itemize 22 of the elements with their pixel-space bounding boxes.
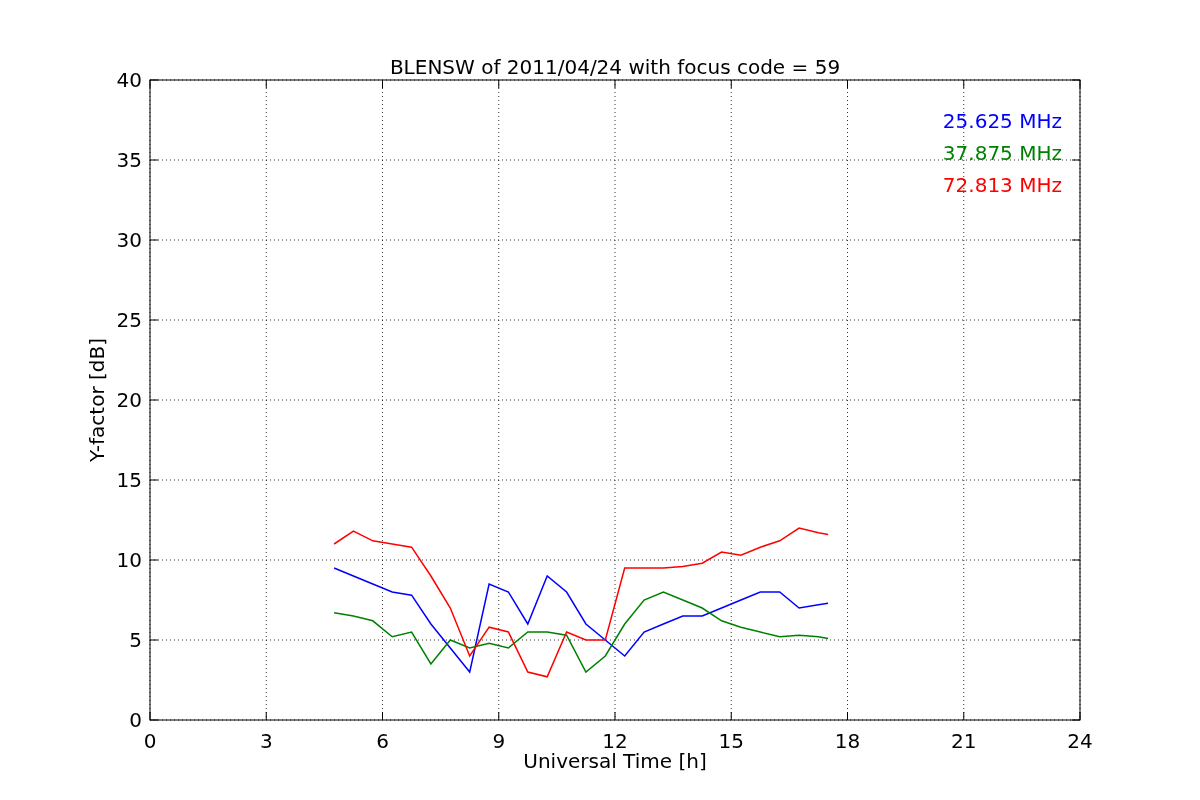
legend-label: 25.625 MHz (942, 109, 1062, 133)
y-tick-label: 20 (116, 388, 142, 412)
y-tick-label: 0 (129, 708, 142, 732)
x-tick-label: 24 (1067, 729, 1093, 753)
legend-label: 72.813 MHz (942, 173, 1062, 197)
x-tick-label: 3 (259, 729, 273, 753)
y-tick-label: 10 (116, 548, 142, 572)
y-axis-label: Y-factor [dB] (85, 338, 109, 462)
x-tick-label: 9 (492, 729, 506, 753)
y-tick-label: 25 (116, 308, 142, 332)
y-tick-label: 35 (116, 148, 142, 172)
chart-title: BLENSW of 2011/04/24 with focus code = 59 (389, 55, 841, 79)
legend-label: 37.875 MHz (942, 141, 1062, 165)
y-tick-label: 15 (116, 468, 142, 492)
y-tick-label: 30 (116, 228, 142, 252)
x-tick-label: 0 (143, 729, 157, 753)
y-tick-label: 40 (116, 68, 142, 92)
y-tick-label: 5 (129, 628, 142, 652)
x-tick-label: 6 (376, 729, 389, 753)
x-tick-label: 15 (718, 729, 744, 753)
x-tick-label: 21 (951, 729, 977, 753)
x-tick-label: 18 (834, 729, 861, 753)
